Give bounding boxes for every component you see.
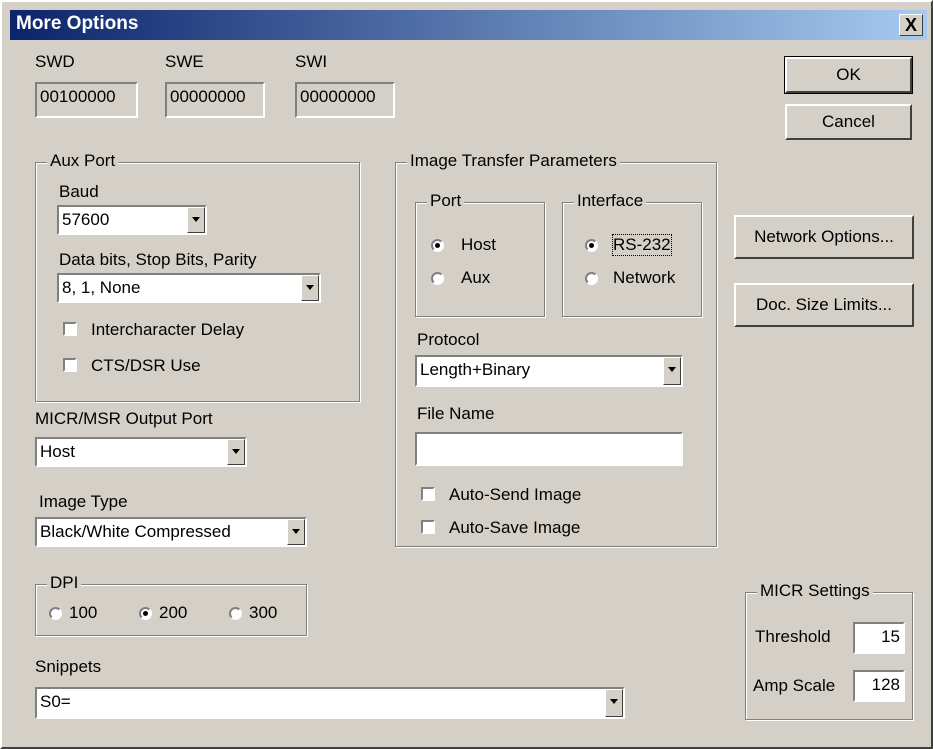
chevron-down-icon[interactable] — [301, 275, 319, 301]
snippets-label: Snippets — [35, 657, 102, 676]
port-host-label: Host — [461, 235, 496, 254]
interface-group — [562, 202, 702, 317]
dpi-200-radio[interactable] — [139, 607, 152, 620]
image-type-value: Black/White Compressed — [40, 522, 231, 541]
protocol-label: Protocol — [417, 330, 480, 349]
micr-settings-title: MICR Settings — [757, 581, 873, 601]
dpi-300-radio[interactable] — [229, 607, 242, 620]
swe-value: 00000000 — [170, 87, 246, 106]
more-options-dialog: More Options X SWD 00100000 SWE 00000000… — [0, 0, 933, 749]
cts-dsr-checkbox[interactable] — [63, 358, 77, 372]
interface-rs232-radio[interactable] — [585, 239, 598, 252]
swd-label: SWD — [35, 52, 75, 71]
cts-dsr-label: CTS/DSR Use — [91, 356, 201, 375]
chevron-down-icon[interactable] — [663, 357, 681, 385]
cancel-button[interactable]: Cancel — [785, 104, 912, 140]
data-format-select[interactable]: 8, 1, None — [57, 273, 321, 303]
port-aux-radio[interactable] — [431, 272, 444, 285]
dpi-100-label: 100 — [69, 603, 98, 622]
interface-title: Interface — [574, 191, 647, 211]
dpi-200-label: 200 — [159, 603, 188, 622]
micr-output-select[interactable]: Host — [35, 437, 247, 467]
data-format-value: 8, 1, None — [62, 278, 141, 297]
file-name-label: File Name — [417, 404, 495, 423]
auto-save-checkbox[interactable] — [421, 520, 435, 534]
amp-scale-label: Amp Scale — [753, 676, 836, 695]
intercharacter-delay-checkbox[interactable] — [63, 322, 77, 336]
baud-label: Baud — [59, 182, 99, 201]
doc-size-limits-button[interactable]: Doc. Size Limits... — [734, 283, 914, 327]
port-host-radio[interactable] — [431, 239, 444, 252]
protocol-value: Length+Binary — [420, 360, 531, 379]
intercharacter-delay-label: Intercharacter Delay — [91, 320, 245, 339]
image-type-label: Image Type — [39, 492, 128, 511]
network-options-button[interactable]: Network Options... — [734, 215, 914, 259]
chevron-down-icon[interactable] — [187, 207, 205, 233]
amp-scale-value: 128 — [871, 675, 900, 694]
interface-rs232-label: RS-232 — [612, 234, 672, 256]
auto-send-checkbox[interactable] — [421, 487, 435, 501]
ok-button[interactable]: OK — [784, 56, 913, 94]
file-name-input[interactable] — [415, 432, 683, 466]
threshold-label: Threshold — [755, 627, 831, 646]
aux-port-title: Aux Port — [47, 151, 119, 171]
swd-value: 00100000 — [40, 87, 116, 106]
swi-label: SWI — [295, 52, 328, 71]
interface-network-label: Network — [613, 268, 676, 287]
image-type-select[interactable]: Black/White Compressed — [35, 517, 307, 547]
swd-field: 00100000 — [35, 82, 138, 118]
interface-network-radio[interactable] — [585, 272, 598, 285]
auto-save-label: Auto-Save Image — [449, 518, 581, 537]
window-title: More Options — [16, 13, 139, 34]
dpi-title: DPI — [47, 573, 82, 593]
close-icon[interactable]: X — [899, 14, 923, 36]
port-title: Port — [427, 191, 465, 211]
threshold-input[interactable]: 15 — [853, 622, 905, 654]
swi-value: 00000000 — [300, 87, 376, 106]
threshold-value: 15 — [881, 627, 900, 646]
auto-send-label: Auto-Send Image — [449, 485, 582, 504]
snippets-select[interactable]: S0= — [35, 687, 625, 719]
port-group — [415, 202, 545, 317]
image-transfer-title: Image Transfer Parameters — [407, 151, 620, 171]
protocol-select[interactable]: Length+Binary — [415, 355, 683, 387]
micr-output-label: MICR/MSR Output Port — [35, 409, 213, 428]
snippets-value: S0= — [40, 692, 71, 711]
amp-scale-input[interactable]: 128 — [853, 670, 905, 702]
baud-select[interactable]: 57600 — [57, 205, 207, 235]
data-format-label: Data bits, Stop Bits, Parity — [59, 250, 257, 269]
dpi-100-radio[interactable] — [49, 607, 62, 620]
title-bar[interactable]: More Options X — [10, 10, 927, 40]
dpi-300-label: 300 — [249, 603, 278, 622]
baud-value: 57600 — [62, 210, 110, 229]
swe-label: SWE — [165, 52, 204, 71]
chevron-down-icon[interactable] — [227, 439, 245, 465]
swe-field: 00000000 — [165, 82, 265, 118]
chevron-down-icon[interactable] — [287, 519, 305, 545]
micr-output-value: Host — [40, 442, 75, 461]
swi-field: 00000000 — [295, 82, 395, 118]
chevron-down-icon[interactable] — [605, 689, 623, 717]
port-aux-label: Aux — [461, 268, 491, 287]
